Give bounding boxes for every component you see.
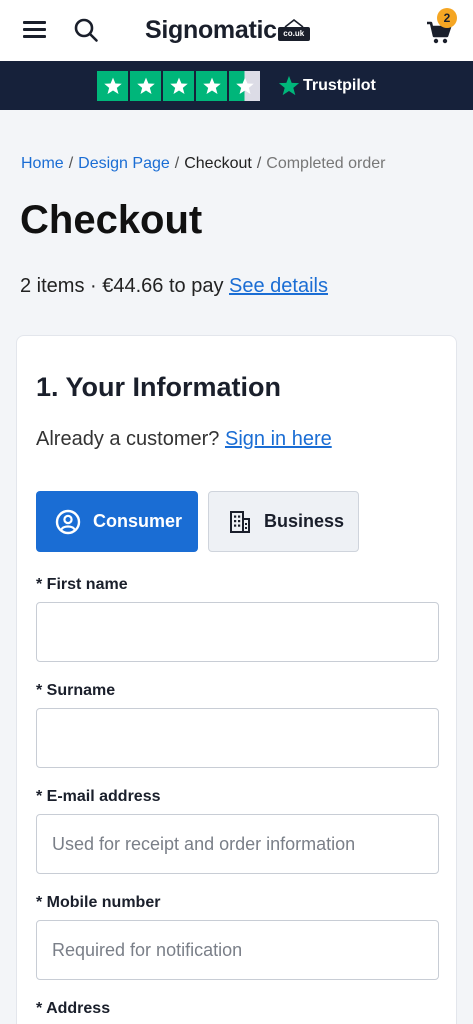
cart-count-badge: 2 [437,8,457,28]
mobile-number-field[interactable] [36,920,439,980]
star-icon [130,71,161,101]
consumer-button[interactable]: Consumer [36,491,198,552]
business-button[interactable]: Business [208,491,359,552]
see-details-link[interactable]: See details [229,275,328,297]
section-title: 1. Your Information [36,372,282,402]
building-icon [230,510,250,533]
trustpilot-star-icon [278,75,300,96]
breadcrumb-home[interactable]: Home [21,155,64,172]
surname-label: * Surname [36,682,116,699]
first-name-field[interactable] [36,602,439,662]
search-icon[interactable] [73,17,99,43]
site-header: Signomatic co.uk 2 [0,0,473,61]
menu-icon[interactable] [23,18,47,42]
breadcrumb-separator: / [68,155,74,172]
address-label: * Address [36,1000,111,1017]
trustpilot-stars [97,71,260,101]
half-star-icon [229,71,260,101]
breadcrumb: Home / Design Page / Checkout / Completed orde… [21,155,385,173]
star-icon [196,71,227,101]
email-field[interactable] [36,814,439,874]
breadcrumb-separator: / [174,155,180,172]
trustpilot-logo: Trustpilot [278,75,376,97]
signin-prompt: Already a customer? Sign in here [36,428,332,451]
consumer-label: Consumer [93,511,183,531]
first-name-label: * First name [36,576,128,593]
email-label: * E-mail address [36,788,161,805]
sign-in-link[interactable]: Sign in here [225,428,332,450]
trustpilot-bar[interactable]: Trustpilot [0,61,473,110]
site-logo[interactable]: Signomatic co.uk [145,12,310,48]
breadcrumb-checkout: Checkout [184,155,252,172]
user-circle-icon [55,509,81,534]
star-icon [163,71,194,101]
star-icon [97,71,128,101]
logo-badge: co.uk [277,19,310,41]
mobile-number-label: * Mobile number [36,894,161,911]
order-summary: 2 items · €44.66 to pay See details [20,275,328,298]
breadcrumb-completed-order: Completed order [266,155,386,172]
your-information-card: 1. Your Information Already a customer? … [16,335,457,1024]
breadcrumb-design-page[interactable]: Design Page [78,155,170,172]
business-label: Business [264,511,345,531]
signin-prompt-text: Already a customer? [36,428,220,450]
logo-text: Signomatic [145,15,277,44]
page-title: Checkout [20,198,203,242]
breadcrumb-separator: / [256,155,262,172]
surname-field[interactable] [36,708,439,768]
trustpilot-label: Trustpilot [303,77,376,94]
order-summary-text: 2 items · €44.66 to pay [20,275,224,297]
